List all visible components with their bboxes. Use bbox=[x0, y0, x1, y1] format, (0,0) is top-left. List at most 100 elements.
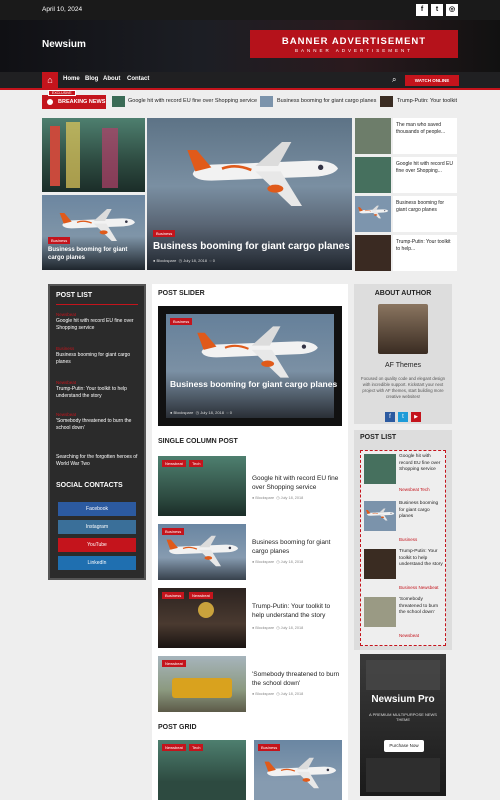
category-badge[interactable]: Business bbox=[162, 592, 185, 599]
banner-ad[interactable]: BANNER ADVERTISEMENT BANNER ADVERTISEMEN… bbox=[250, 30, 458, 58]
category-badge[interactable]: Tech bbox=[189, 744, 204, 751]
category-badge[interactable]: Business bbox=[48, 237, 71, 244]
promo-banner[interactable]: Newsium Pro A PREMIUM MULTIPURPOSE NEWS … bbox=[360, 654, 446, 796]
category-badge[interactable]: Newsbeat bbox=[162, 744, 186, 751]
side-post-title[interactable]: Google hit with record EU fine over Shop… bbox=[393, 157, 457, 193]
promo-title: Newsium Pro bbox=[371, 694, 435, 705]
youtube-button[interactable]: YouTube bbox=[58, 538, 136, 552]
post-category[interactable]: Newsbeat Tech bbox=[399, 487, 430, 492]
post-list-item[interactable]: Searching for the forgotten heroes of Wo… bbox=[56, 454, 140, 468]
ticker-item[interactable]: Trump-Putin: Your toolkit bbox=[397, 98, 457, 104]
post-title[interactable]: 'Somebody threatened to burn the school … bbox=[399, 597, 445, 617]
post-thumb[interactable]: Newsbeat Tech bbox=[158, 456, 246, 516]
post-category[interactable]: Newsbeat bbox=[56, 380, 76, 385]
facebook-icon[interactable]: f bbox=[385, 412, 395, 422]
site-title[interactable]: Newsium bbox=[42, 39, 86, 50]
twitter-icon[interactable]: t bbox=[398, 412, 408, 422]
hero-main-post[interactable]: Business Business booming for giant carg… bbox=[147, 118, 352, 270]
post-list-item[interactable]: Trump-Putin: Your toolkit to help unders… bbox=[56, 386, 140, 400]
author[interactable]: Blockspare bbox=[255, 626, 274, 630]
comment-count: 0 bbox=[229, 410, 232, 415]
post-meta: ● Blockspare ◷ July 18, 2018 bbox=[252, 495, 303, 500]
side-post-title[interactable]: Trump-Putin: Your toolkit to help... bbox=[393, 235, 457, 271]
category-badge[interactable]: Business bbox=[153, 230, 176, 237]
category-badge[interactable]: Newsbeat bbox=[162, 460, 186, 467]
hero-small-post[interactable]: Business Business booming for giant carg… bbox=[42, 195, 145, 270]
breaking-news-ticker: BREAKING NEWS EXCLUSIVE Google hit with … bbox=[42, 90, 458, 109]
post-list-item[interactable]: Business booming for giant cargo planes bbox=[56, 352, 140, 366]
left-sidebar: POST LIST Newsbeat Google hit with recor… bbox=[48, 284, 146, 580]
linkedin-button[interactable]: LinkedIn bbox=[58, 556, 136, 570]
post-title[interactable]: Business booming for giant cargo planes bbox=[399, 501, 445, 521]
author[interactable]: Blockspare bbox=[255, 560, 274, 564]
site-header: Newsium BANNER ADVERTISEMENT BANNER ADVE… bbox=[0, 20, 500, 72]
nav-contact[interactable]: Contact bbox=[127, 76, 149, 82]
watch-online-button[interactable]: WATCH ONLINE bbox=[405, 75, 459, 86]
post-category[interactable]: Newsbeat bbox=[56, 412, 76, 417]
side-post-thumb[interactable] bbox=[355, 118, 391, 154]
facebook-icon[interactable]: f bbox=[416, 4, 428, 16]
post-list-item[interactable]: 'Somebody threatened to burn the school … bbox=[56, 418, 140, 432]
instagram-button[interactable]: Instagram bbox=[58, 520, 136, 534]
ticker-item[interactable]: Google hit with record EU fine over Shop… bbox=[128, 98, 257, 104]
hero-main-title[interactable]: Business booming for giant cargo planes bbox=[153, 241, 353, 252]
nav-about[interactable]: About bbox=[103, 76, 120, 82]
side-post-title[interactable]: Business booming for giant cargo planes bbox=[393, 196, 457, 232]
post-title[interactable]: Google hit with record EU fine over Shop… bbox=[399, 454, 445, 474]
twitter-icon[interactable]: t bbox=[431, 4, 443, 16]
slider-post-title[interactable]: Business booming for giant cargo planes bbox=[170, 378, 340, 390]
hero-thumb-street[interactable] bbox=[42, 118, 145, 192]
social-contacts-title: SOCIAL CONTACTS bbox=[56, 482, 123, 489]
category-badge[interactable]: Newsbeat bbox=[189, 592, 213, 599]
right-post-list-title: POST LIST bbox=[360, 434, 397, 441]
author[interactable]: Blockspare bbox=[255, 496, 274, 500]
author-description: Focused on quality code and elegant desi… bbox=[360, 376, 446, 399]
nav-blog[interactable]: Blog bbox=[85, 76, 98, 82]
post-category[interactable]: Business bbox=[56, 346, 74, 351]
side-post-thumb[interactable] bbox=[355, 157, 391, 193]
post-thumb[interactable] bbox=[364, 454, 396, 484]
grid-post-thumb[interactable]: Business bbox=[254, 740, 342, 800]
instagram-icon[interactable]: ◎ bbox=[446, 4, 458, 16]
plane-image bbox=[164, 532, 240, 570]
post-title[interactable]: Trump-Putin: Your toolkit to help unders… bbox=[399, 549, 445, 569]
center-column: POST SLIDER Business Business booming fo… bbox=[152, 284, 348, 800]
post-thumb[interactable]: Newsbeat bbox=[158, 656, 246, 712]
ticker-item[interactable]: Business booming for giant cargo planes bbox=[277, 98, 376, 104]
category-badge[interactable]: Business bbox=[258, 744, 281, 751]
post-thumb[interactable]: Business Newsbeat bbox=[158, 588, 246, 648]
search-icon[interactable]: ⌕ bbox=[392, 75, 396, 85]
author[interactable]: Blockspare bbox=[157, 258, 177, 263]
facebook-button[interactable]: Facebook bbox=[58, 502, 136, 516]
category-badge[interactable]: Tech bbox=[189, 460, 204, 467]
post-title[interactable]: Trump-Putin: Your toolkit to help unders… bbox=[252, 602, 342, 620]
category-badge[interactable]: Business bbox=[162, 528, 185, 535]
home-icon[interactable]: ⌂ bbox=[42, 72, 58, 88]
purchase-now-button[interactable]: Purchase Now bbox=[384, 740, 424, 752]
post-category[interactable]: Business Newsbeat bbox=[399, 585, 439, 590]
post-thumb[interactable] bbox=[364, 501, 396, 531]
category-badge[interactable]: Business bbox=[170, 318, 193, 325]
post-category[interactable]: Business bbox=[399, 537, 417, 542]
post-title[interactable]: Google hit with record EU fine over Shop… bbox=[252, 474, 342, 492]
post-thumb[interactable] bbox=[364, 597, 396, 627]
author[interactable]: Blockspare bbox=[174, 410, 194, 415]
side-post-thumb[interactable] bbox=[355, 196, 391, 232]
hero-small-title[interactable]: Business booming for giant cargo planes bbox=[48, 246, 142, 262]
nav-home[interactable]: Home bbox=[63, 76, 80, 82]
post-thumb[interactable] bbox=[364, 549, 396, 579]
side-post-title[interactable]: The man who saved thousands of people... bbox=[393, 118, 457, 154]
post-category[interactable]: Newsbeat bbox=[399, 633, 419, 638]
post-title[interactable]: 'Somebody threatened to burn the school … bbox=[252, 670, 342, 688]
post-slider[interactable]: Business Business booming for giant carg… bbox=[158, 306, 342, 426]
grid-post-thumb[interactable]: Newsbeat Tech bbox=[158, 740, 246, 800]
post-category[interactable]: Newsbeat bbox=[56, 312, 76, 317]
post-list-item[interactable]: Google hit with record EU fine over Shop… bbox=[56, 318, 140, 332]
author-name[interactable]: AF Themes bbox=[354, 362, 452, 369]
post-title[interactable]: Business booming for giant cargo planes bbox=[252, 538, 342, 556]
side-post-thumb[interactable] bbox=[355, 235, 391, 271]
author[interactable]: Blockspare bbox=[255, 692, 274, 696]
youtube-icon[interactable]: ▶ bbox=[411, 412, 421, 422]
post-thumb[interactable]: Business bbox=[158, 524, 246, 580]
category-badge[interactable]: Newsbeat bbox=[162, 660, 186, 667]
